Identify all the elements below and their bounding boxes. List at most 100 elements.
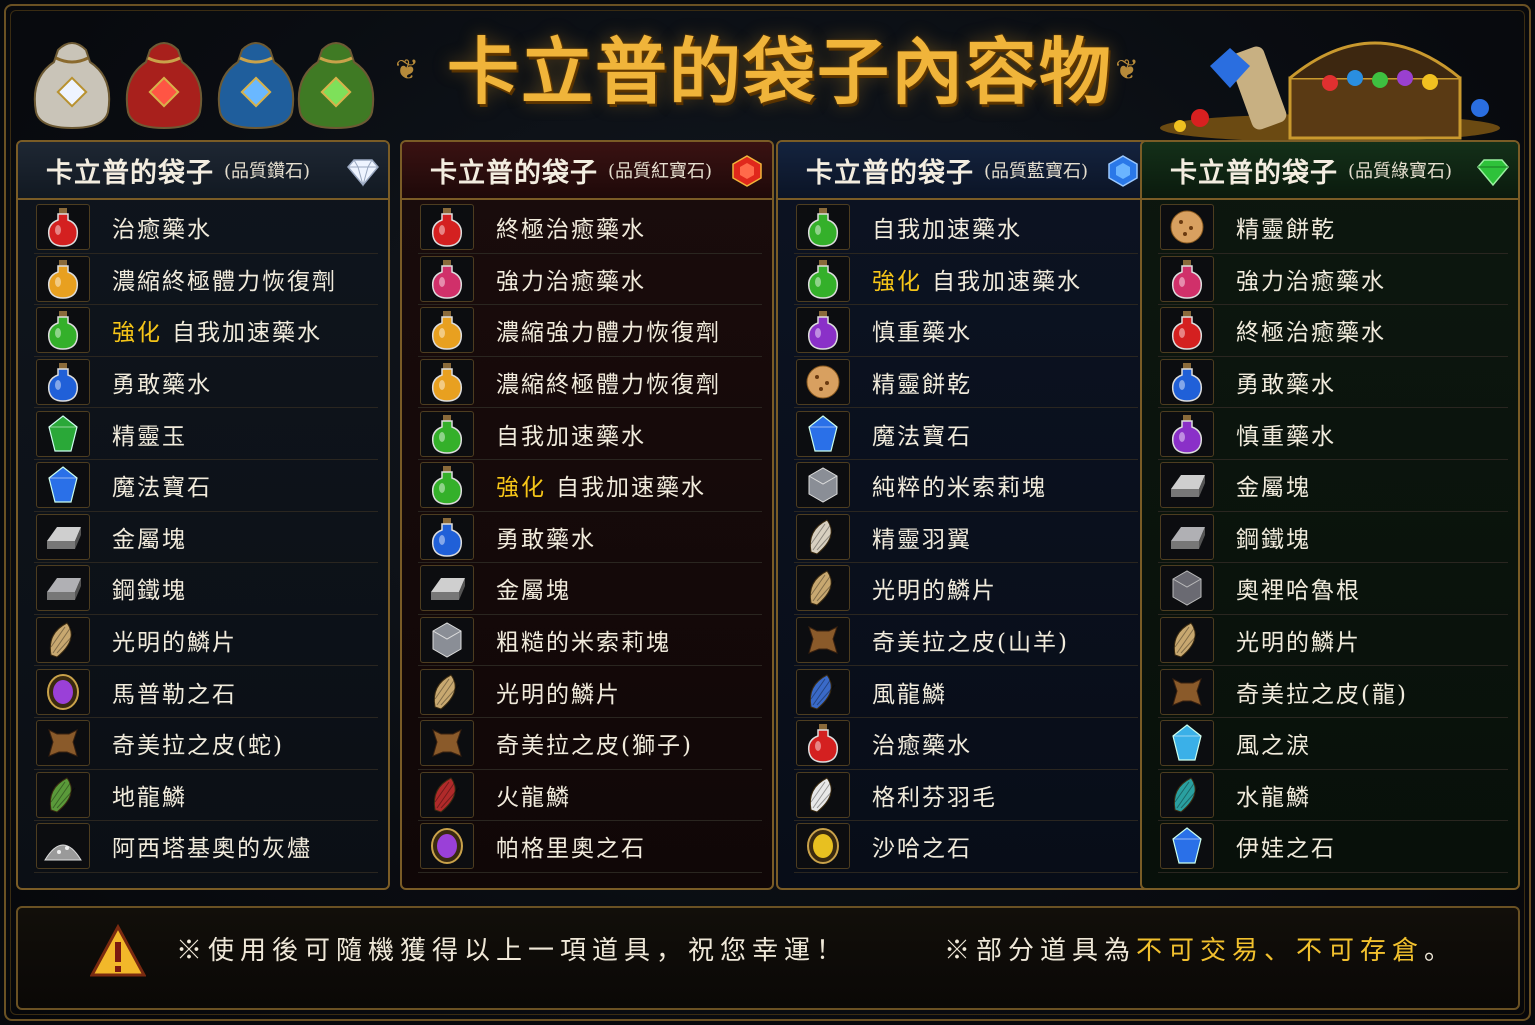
list-item: 濃縮強力體力恢復劑 bbox=[418, 305, 762, 357]
item-name: 光明的鱗片 bbox=[112, 630, 237, 657]
emerald-bag-icon bbox=[297, 42, 375, 130]
list-item: 自我加速藥水 bbox=[418, 408, 762, 460]
item-label: 自我加速藥水 bbox=[496, 417, 646, 451]
list-item: 純粹的米索莉塊 bbox=[794, 460, 1138, 512]
item-name: 勇敢藥水 bbox=[496, 526, 596, 553]
list-item: 精靈羽翼 bbox=[794, 512, 1138, 564]
bags-illustration bbox=[28, 16, 383, 134]
column-title: 卡立普的袋子 bbox=[1170, 157, 1338, 189]
item-name: 風之淚 bbox=[1236, 733, 1311, 760]
item-label: 風之淚 bbox=[1236, 726, 1311, 760]
item-name: 精靈餅乾 bbox=[1236, 217, 1336, 244]
item-label: 慎重藥水 bbox=[872, 313, 972, 347]
diamond-bag-icon bbox=[33, 42, 111, 130]
note-highlight: 不可交易、不可存倉 bbox=[1136, 936, 1425, 966]
light-scale-icon bbox=[36, 617, 90, 664]
item-name: 魔法寶石 bbox=[872, 423, 972, 450]
item-name: 強力治癒藥水 bbox=[496, 268, 646, 295]
diamond-icon bbox=[347, 159, 379, 187]
item-label: 自我加速藥水 bbox=[872, 210, 1022, 244]
column-header: 卡立普的袋子 (品質藍寶石) bbox=[778, 142, 1148, 200]
item-label: 鋼鐵塊 bbox=[1236, 520, 1311, 554]
ruby-bag-column: 卡立普的袋子 (品質紅寶石) 終極治癒藥水 強力治癒藥水 濃縮強力體力恢復劑 濃縮終極… bbox=[400, 140, 774, 890]
metal-ingot-icon bbox=[36, 513, 90, 560]
list-item: 風龍鱗 bbox=[794, 666, 1138, 718]
water-dragon-scale-icon bbox=[1160, 771, 1214, 818]
blue-potion-icon bbox=[36, 359, 90, 406]
item-name: 自我加速藥水 bbox=[932, 268, 1082, 295]
list-item: 光明的鱗片 bbox=[34, 615, 378, 667]
item-label: 強力治癒藥水 bbox=[1236, 262, 1386, 296]
list-item: 奇美拉之皮(山羊) bbox=[794, 615, 1138, 667]
blue-crystal-icon bbox=[796, 410, 850, 457]
list-item: 奇美拉之皮(龍) bbox=[1158, 666, 1508, 718]
item-name: 奧裡哈魯根 bbox=[1236, 578, 1361, 605]
item-label: 光明的鱗片 bbox=[872, 571, 997, 605]
item-label: 帕格里奧之石 bbox=[496, 829, 646, 863]
item-name: 終極治癒藥水 bbox=[496, 217, 646, 244]
list-item: 治癒藥水 bbox=[794, 718, 1138, 770]
ruby-icon bbox=[732, 155, 762, 187]
list-item: 帕格里奧之石 bbox=[418, 821, 762, 873]
green-potion-icon bbox=[36, 307, 90, 354]
item-label: 光明的鱗片 bbox=[1236, 623, 1361, 657]
item-name: 治癒藥水 bbox=[112, 217, 212, 244]
item-name: 光明的鱗片 bbox=[1236, 630, 1361, 657]
warning-icon bbox=[90, 924, 146, 977]
item-label: 濃縮終極體力恢復劑 bbox=[496, 365, 721, 399]
item-name: 金屬塊 bbox=[496, 578, 571, 605]
hide-icon bbox=[36, 720, 90, 767]
enhanced-tag: 強化 bbox=[112, 320, 162, 347]
mithril-ore-icon bbox=[420, 617, 474, 664]
purple-potion-icon bbox=[796, 307, 850, 354]
item-label: 奇美拉之皮(蛇) bbox=[112, 726, 284, 760]
item-label: 阿西塔基奧的灰燼 bbox=[112, 829, 312, 863]
list-item: 沙哈之石 bbox=[794, 821, 1138, 873]
item-label: 光明的鱗片 bbox=[112, 623, 237, 657]
item-label: 伊娃之石 bbox=[1236, 829, 1336, 863]
green-potion-icon bbox=[796, 204, 850, 251]
item-name: 粗糙的米索莉塊 bbox=[496, 630, 671, 657]
item-name: 帕格里奧之石 bbox=[496, 836, 646, 863]
item-label: 勇敢藥水 bbox=[1236, 365, 1336, 399]
list-item: 慎重藥水 bbox=[794, 305, 1138, 357]
green-potion-icon bbox=[796, 255, 850, 302]
treasure-chest-icon bbox=[1160, 41, 1500, 142]
item-name: 金屬塊 bbox=[1236, 475, 1311, 502]
item-label: 純粹的米索莉塊 bbox=[872, 468, 1047, 502]
orange-potion-icon bbox=[36, 255, 90, 302]
list-item: 終極治癒藥水 bbox=[418, 202, 762, 254]
item-label: 終極治癒藥水 bbox=[1236, 313, 1386, 347]
column-title: 卡立普的袋子 bbox=[46, 157, 214, 189]
list-item: 金屬塊 bbox=[418, 563, 762, 615]
list-item: 奇美拉之皮(蛇) bbox=[34, 718, 378, 770]
green-potion-icon bbox=[420, 462, 474, 509]
list-item: 濃縮終極體力恢復劑 bbox=[418, 357, 762, 409]
item-label: 治癒藥水 bbox=[112, 210, 212, 244]
item-name: 奇美拉之皮(獅子) bbox=[496, 733, 693, 760]
item-label: 終極治癒藥水 bbox=[496, 210, 646, 244]
item-name: 純粹的米索莉塊 bbox=[872, 475, 1047, 502]
item-name: 風龍鱗 bbox=[872, 681, 947, 708]
item-label: 奇美拉之皮(龍) bbox=[1236, 675, 1408, 709]
sapphire-bag-icon bbox=[217, 42, 295, 130]
pink-potion-icon bbox=[1160, 255, 1214, 302]
green-potion-icon bbox=[420, 410, 474, 457]
item-list: 終極治癒藥水 強力治癒藥水 濃縮強力體力恢復劑 濃縮終極體力恢復劑 自我加速藥水 強化 自我… bbox=[418, 202, 762, 873]
list-item: 地龍鱗 bbox=[34, 770, 378, 822]
blue-potion-icon bbox=[1160, 359, 1214, 406]
item-label: 濃縮強力體力恢復劑 bbox=[496, 313, 721, 347]
blue-potion-icon bbox=[420, 513, 474, 560]
note-suffix: 。 bbox=[1424, 936, 1457, 966]
item-name: 奇美拉之皮(龍) bbox=[1236, 681, 1408, 708]
list-item: 阿西塔基奧的灰燼 bbox=[34, 821, 378, 873]
ruby-bag-icon bbox=[125, 42, 203, 130]
orange-potion-icon bbox=[420, 307, 474, 354]
red-potion-icon bbox=[420, 204, 474, 251]
list-item: 水龍鱗 bbox=[1158, 770, 1508, 822]
list-item: 奇美拉之皮(獅子) bbox=[418, 718, 762, 770]
list-item: 濃縮終極體力恢復劑 bbox=[34, 254, 378, 306]
steel-ingot-icon bbox=[36, 565, 90, 612]
item-label: 地龍鱗 bbox=[112, 778, 187, 812]
item-name: 鋼鐵塊 bbox=[1236, 526, 1311, 553]
